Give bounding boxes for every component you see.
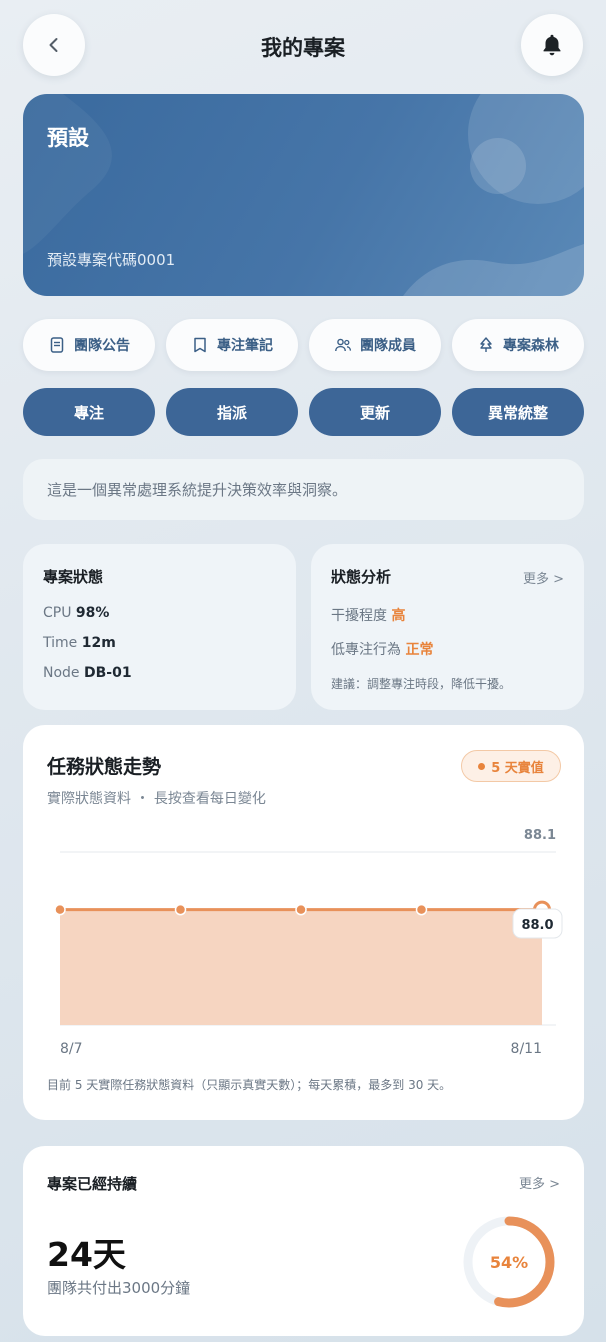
interference-label: 干擾程度	[331, 608, 387, 624]
description-text: 這是一個異常處理系統提升決策效率與洞察。	[47, 481, 348, 499]
advice-text: 建議：調整專注時段，降低干擾。	[331, 677, 512, 691]
update-button[interactable]: 更新	[309, 388, 441, 436]
tool-row: 團隊公告 專注筆記 團隊成員 專案森林	[23, 319, 584, 371]
team-announcement-label: 團隊公告	[74, 338, 130, 354]
data-point[interactable]	[54, 903, 66, 916]
top-bar: 我的專案	[0, 0, 606, 92]
document-icon	[50, 337, 64, 353]
low-focus-label: 低專注行為	[331, 642, 401, 658]
assign-button[interactable]: 指派	[166, 388, 298, 436]
data-point[interactable]	[174, 903, 187, 916]
task-trend-card[interactable]: 任務狀態走勢 實際狀態資料 ・ 長按查看每日變化 5 天實值 88.1 88.0…	[23, 725, 584, 1120]
status-analysis-card: 狀態分析 更多 > 干擾程度 高 低專注行為 正常 建議：調整專注時段，降低干擾…	[311, 544, 584, 710]
team-members-label: 團隊成員	[360, 338, 416, 354]
team-announcement-button[interactable]: 團隊公告	[23, 319, 155, 371]
cpu-label: CPU	[43, 605, 72, 621]
x-tick-label-last: 8/11	[511, 1041, 542, 1057]
team-members-button[interactable]: 團隊成員	[309, 319, 441, 371]
trend-footnote: 目前 5 天實際任務狀態資料（只顯示真實天數）；每天累積，最多到 30 天。	[47, 1078, 452, 1092]
duration-days: 24天	[47, 1235, 126, 1274]
project-forest-button[interactable]: 專案森林	[452, 319, 584, 371]
status-analysis-more-link[interactable]: 更多 >	[523, 568, 564, 587]
trend-chart[interactable]: 88.1 88.0 8/7 8/11	[23, 725, 584, 1065]
project-code: 預設專案代碼0001	[47, 251, 176, 269]
x-tick-label-first: 8/7	[60, 1041, 83, 1057]
data-point[interactable]	[415, 903, 428, 916]
book-icon	[194, 337, 206, 353]
project-status-card: 專案狀態 CPU 98% Time 12m Node DB-01	[23, 544, 296, 710]
series-area-fill	[60, 909, 542, 1025]
bell-icon	[543, 34, 561, 56]
cpu-value: 98%	[75, 605, 110, 621]
focus-button[interactable]: 專注	[23, 388, 155, 436]
project-duration-card: 專案已經持續 更多 > 24天 團隊共付出3000分鐘 54%	[23, 1146, 584, 1336]
team-minutes-text: 團隊共付出3000分鐘	[47, 1279, 191, 1297]
project-description: 這是一個異常處理系統提升決策效率與洞察。	[23, 459, 584, 520]
duration-title: 專案已經持續	[47, 1175, 138, 1193]
focus-notes-label: 專注筆記	[217, 338, 273, 354]
value-tooltip: 88.0	[512, 908, 563, 939]
duration-more-link[interactable]: 更多 >	[519, 1173, 560, 1192]
interference-row: 干擾程度 高	[331, 605, 564, 625]
time-label: Time	[43, 635, 78, 651]
node-row: Node DB-01	[43, 665, 276, 681]
node-label: Node	[43, 665, 80, 681]
progress-percent-label: 54%	[490, 1253, 528, 1272]
project-forest-label: 專案森林	[503, 338, 559, 354]
anomaly-summary-button[interactable]: 異常統整	[452, 388, 584, 436]
project-hero-card[interactable]: 預設 預設專案代碼0001	[23, 94, 584, 296]
low-focus-row: 低專注行為 正常	[331, 639, 564, 659]
node-value: DB-01	[84, 665, 132, 681]
data-point[interactable]	[295, 903, 307, 916]
interference-value: 高	[391, 608, 406, 624]
low-focus-value: 正常	[405, 642, 434, 658]
cpu-row: CPU 98%	[43, 605, 276, 621]
tree-icon	[480, 337, 492, 352]
tooltip-value: 88.0	[521, 918, 553, 933]
project-status-title: 專案狀態	[43, 568, 104, 586]
time-value: 12m	[81, 635, 116, 651]
focus-notes-button[interactable]: 專注筆記	[166, 319, 298, 371]
y-tick-label: 88.1	[524, 828, 556, 843]
users-icon	[335, 338, 352, 352]
time-row: Time 12m	[43, 635, 276, 651]
page-title: 我的專案	[261, 36, 345, 60]
notification-button[interactable]	[521, 14, 583, 76]
action-row: 專注 指派 更新 異常統整	[23, 388, 584, 436]
project-name: 預設	[47, 126, 89, 150]
progress-ring: 54%	[463, 1216, 555, 1308]
